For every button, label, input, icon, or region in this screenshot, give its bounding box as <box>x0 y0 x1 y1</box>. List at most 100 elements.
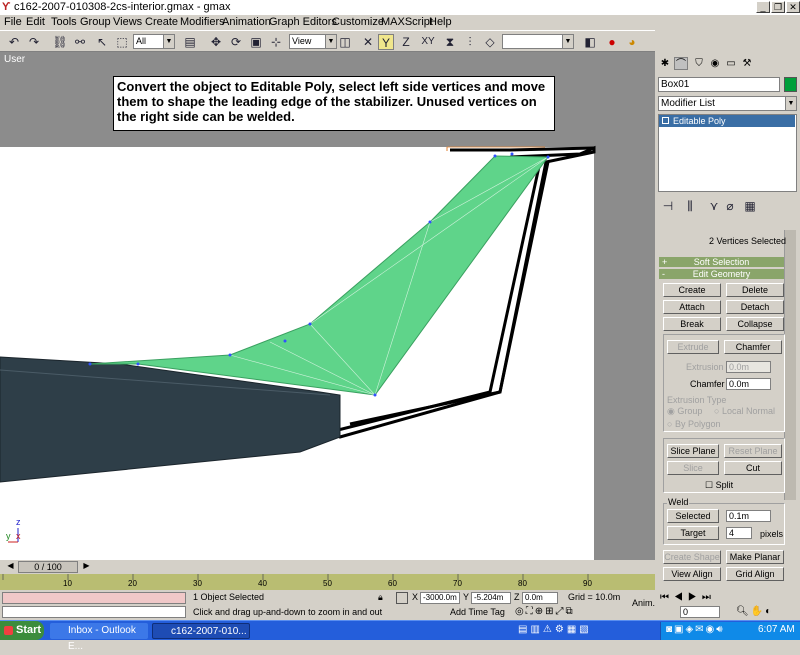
create-shape-button[interactable]: Create Shape <box>663 550 721 564</box>
hierarchy-tab-icon[interactable]: ⛉ <box>692 57 706 70</box>
panel-scrollbar[interactable] <box>784 230 796 500</box>
time-slider-thumb[interactable]: 0 / 100 <box>18 561 78 573</box>
show-end-result-icon[interactable]: ⫼ <box>682 198 698 214</box>
display-tab-icon[interactable]: ▭ <box>724 57 738 70</box>
menu-tools[interactable]: Tools <box>51 16 77 28</box>
region-select-icon[interactable]: ⬚ <box>114 34 130 50</box>
cut-button[interactable]: Cut <box>724 461 782 475</box>
modifier-list-dropdown[interactable]: Modifier List ▼ <box>658 96 797 111</box>
weld-selected-button[interactable]: Selected <box>667 509 719 523</box>
break-button[interactable]: Break <box>663 317 721 331</box>
current-frame-field[interactable]: 0 <box>680 606 720 618</box>
chamfer-button[interactable]: Chamfer <box>724 340 782 354</box>
minimize-button[interactable]: _ <box>756 1 770 13</box>
zoom-pan-icons[interactable]: 🔍︎✋◐ <box>736 606 796 619</box>
chamfer-spinner[interactable]: 0.0m <box>726 378 771 390</box>
view-align-button[interactable]: View Align <box>663 567 721 581</box>
menu-create[interactable]: Create <box>145 16 178 28</box>
extrusion-spinner[interactable]: 0.0m <box>726 361 771 373</box>
menu-customize[interactable]: Customize <box>332 16 384 28</box>
extrude-button[interactable]: Extrude <box>667 340 719 354</box>
object-color-swatch[interactable] <box>784 77 797 92</box>
pin-stack-icon[interactable]: ⊣ <box>660 198 676 214</box>
named-selection-sets-dropdown[interactable]: ▼ <box>502 34 574 49</box>
collapse-button[interactable]: Collapse <box>726 317 784 331</box>
y-coordinate-field[interactable]: -5.204m <box>471 592 511 604</box>
playback-controls[interactable]: ⏮◀▶⏭ <box>660 592 780 604</box>
taskbar-item-gmax[interactable]: c162-2007-010... <box>152 623 250 639</box>
select-object-icon[interactable]: ↖ <box>94 34 110 50</box>
reference-coordinate-dropdown[interactable]: View ▼ <box>289 34 337 49</box>
next-frame-icon[interactable]: ▶ <box>80 561 93 573</box>
edit-geometry-rollout[interactable]: - Edit Geometry <box>659 269 784 279</box>
attach-button[interactable]: Attach <box>663 300 721 314</box>
reset-plane-button[interactable]: Reset Plane <box>724 444 782 458</box>
animate-button[interactable]: Anim. <box>632 598 655 608</box>
time-slider[interactable]: ◀ 0 / 100 ▶ <box>0 560 655 574</box>
menu-animation[interactable]: Animation <box>222 16 271 28</box>
move-icon[interactable]: ✥ <box>208 34 224 50</box>
rotate-icon[interactable]: ⟳ <box>228 34 244 50</box>
menu-maxscript[interactable]: MAXScript <box>381 16 433 28</box>
menu-group[interactable]: Group <box>80 16 111 28</box>
render-icon[interactable]: ● <box>604 34 620 50</box>
add-time-tag-button[interactable]: Add Time Tag <box>450 607 510 619</box>
menu-file[interactable]: File <box>4 16 22 28</box>
menu-graph-editors[interactable]: Graph Editors <box>269 16 337 28</box>
stack-item-editable-poly[interactable]: Editable Poly <box>659 115 795 127</box>
create-button[interactable]: Create <box>663 283 721 297</box>
utilities-tab-icon[interactable]: ⚒ <box>740 57 754 70</box>
selection-filter-dropdown[interactable]: All ▼ <box>133 34 175 49</box>
scale-icon[interactable]: ▣ <box>248 34 264 50</box>
tray-icons[interactable]: ◙▣◈✉◉🔊︎ <box>666 624 754 638</box>
configure-sets-icon[interactable]: ▦ <box>742 198 758 214</box>
restrict-xy-button[interactable]: XY <box>418 34 438 50</box>
x-coordinate-field[interactable]: -3000.0m <box>420 592 460 604</box>
taskbar-item-outlook[interactable]: Inbox - Outlook E... <box>50 623 148 652</box>
select-manipulate-icon[interactable]: ⊹ <box>268 34 284 50</box>
maxscript-listener-field[interactable] <box>2 592 186 604</box>
modify-tab-icon[interactable]: ⌒ <box>674 57 688 70</box>
create-tab-icon[interactable]: ✱ <box>658 57 672 70</box>
restrict-x-icon[interactable]: ✕ <box>360 34 376 50</box>
z-coordinate-field[interactable]: 0.0m <box>522 592 558 604</box>
mirror-icon[interactable]: ⧗ <box>442 34 458 50</box>
slice-plane-button[interactable]: Slice Plane <box>667 444 719 458</box>
local-normal-radio[interactable]: ○ Local Normal <box>714 406 775 416</box>
prev-frame-icon[interactable]: ◀ <box>4 561 17 573</box>
menu-modifiers[interactable]: Modifiers <box>180 16 225 28</box>
weld-target-button[interactable]: Target <box>667 526 719 540</box>
weld-threshold-spinner[interactable]: 0.1m <box>726 510 771 522</box>
grid-align-button[interactable]: Grid Align <box>726 567 784 581</box>
menu-views[interactable]: Views <box>113 16 142 28</box>
unlink-icon[interactable]: ⚯ <box>72 34 88 50</box>
slice-button[interactable]: Slice <box>667 461 719 475</box>
soft-selection-rollout[interactable]: + Soft Selection <box>659 257 784 267</box>
by-polygon-radio[interactable]: ○ By Polygon <box>667 419 720 429</box>
detach-button[interactable]: Detach <box>726 300 784 314</box>
restrict-y-button[interactable]: Y <box>378 34 394 50</box>
align-icon[interactable]: ⫶ <box>462 34 478 50</box>
material-editor-icon[interactable]: ◧ <box>582 34 598 50</box>
quick-render-icon[interactable]: ◕ <box>624 34 640 50</box>
select-by-name-icon[interactable]: ▤ <box>182 34 198 50</box>
target-pixels-spinner[interactable]: 4 <box>726 527 752 539</box>
menu-edit[interactable]: Edit <box>26 16 45 28</box>
object-name-field[interactable]: Box01 <box>658 77 780 92</box>
select-link-icon[interactable]: ⛓ <box>52 34 68 50</box>
split-checkbox[interactable]: ☐ Split <box>705 480 733 491</box>
lock-selection-icon[interactable]: 🔒︎ <box>378 592 390 604</box>
delete-button[interactable]: Delete <box>726 283 784 297</box>
group-radio[interactable]: ◉ Group <box>667 406 702 417</box>
expand-icon[interactable] <box>662 117 669 124</box>
motion-tab-icon[interactable]: ◉ <box>708 57 722 70</box>
menu-help[interactable]: Help <box>429 16 452 28</box>
selected-polygon[interactable] <box>89 155 549 396</box>
absolute-mode-icon[interactable] <box>396 592 408 604</box>
track-bar[interactable]: 10 20 30 40 50 60 70 80 90 <box>0 574 655 590</box>
restrict-z-button[interactable]: Z <box>398 34 414 50</box>
undo-icon[interactable]: ↶ <box>6 34 22 50</box>
close-button[interactable]: ✕ <box>786 1 800 13</box>
maximize-button[interactable]: ❐ <box>771 1 785 13</box>
remove-modifier-icon[interactable]: ⌀ <box>722 198 738 214</box>
